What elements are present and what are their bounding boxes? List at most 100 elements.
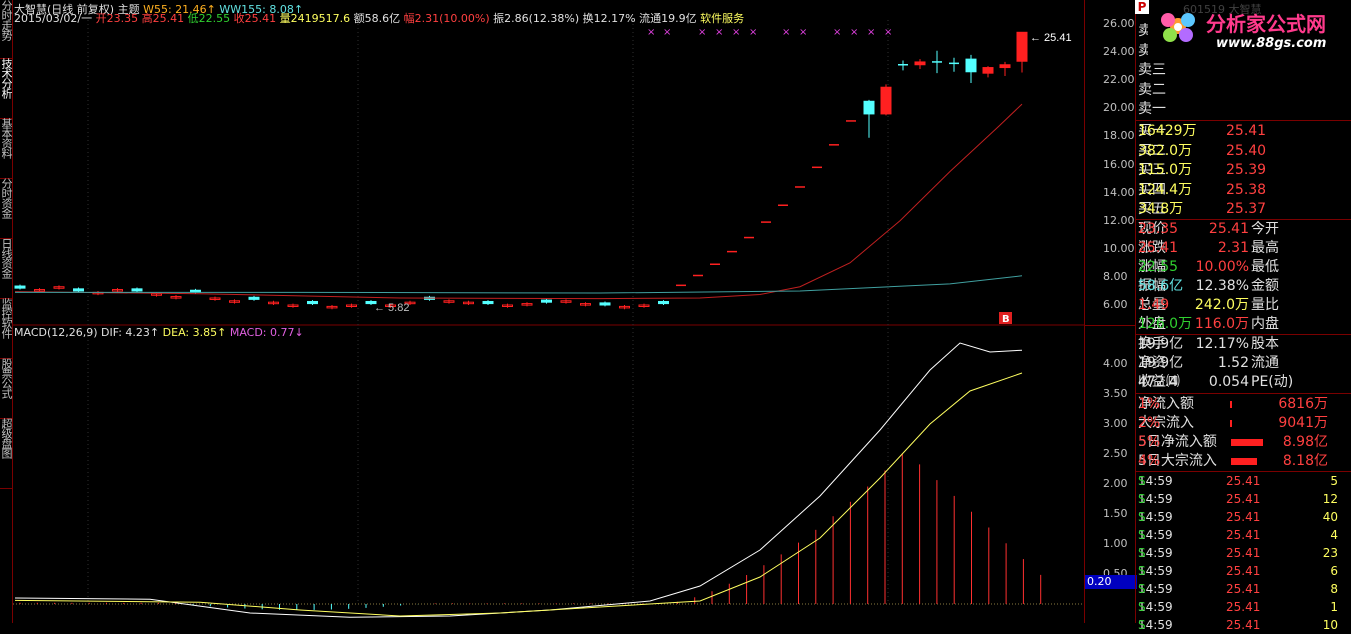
tick-row[interactable]: 14:59 25.41 6 S [1138,562,1351,580]
stat-value: 10.00% [1195,259,1249,275]
quote-float: 流通19.9亿 [639,12,697,25]
stat-row[interactable]: 涨幅 10.00% 最低 22.55 [1138,258,1351,276]
stat-row[interactable]: 收益㈣ 0.054 PE(动) 472.4 [1138,373,1351,391]
tick-row[interactable]: 14:59 25.41 23 S [1138,544,1351,562]
stat-value: 116.0万 [1194,316,1249,332]
tick-row[interactable]: 14:59 25.41 5 S [1138,472,1351,490]
tick-row[interactable]: 14:59 25.41 40 S [1138,508,1351,526]
order-price: 25.37 [1226,201,1267,217]
chart-area[interactable]: × × × × × × × × × × × × ← 25.41 ← 5.82 B [13,0,1084,623]
left-tab-0[interactable]: 分时走势 [0,0,13,59]
signal-marker-1: × [663,27,671,38]
signal-marker-8: × [833,27,841,38]
quote-sector[interactable]: 软件服务 [700,12,744,25]
left-tab-6[interactable]: 股票公式 [0,358,13,419]
tick-price: 25.41 [1226,492,1261,506]
tick-direction: S [1138,564,1146,578]
price-tick: 20.00 [1103,101,1135,115]
flow-bar [1230,420,1232,427]
stat-label: 股本 [1251,336,1279,352]
flow-row[interactable]: 5日大宗流入 8.18亿 4% [1138,452,1351,470]
candle-46 [880,86,892,115]
quote-amplitude: 振2.86(12.38%) [493,12,580,25]
tick-direction: S [1138,582,1146,596]
quote-volume: 量2419517.6 [279,12,351,25]
left-tab-5[interactable]: 监控软件 [0,298,13,359]
stat-value: 472.4 [1138,374,1179,390]
buy-marker: B [1002,314,1010,325]
tick-price: 25.41 [1226,546,1261,560]
left-tab-7[interactable]: 超级盘图 [0,418,13,489]
buy-order-row[interactable]: 买一 25.41 16429万 [1138,122,1351,140]
left-tab-4[interactable]: 日线资金 [0,238,13,299]
buy-order-row[interactable]: 买三 25.39 115.0万 [1138,161,1351,179]
stat-row[interactable]: 外盘 116.0万 内盘 126.0万 [1138,315,1351,333]
tick-volume: 10 [1322,618,1338,632]
tick-volume: 23 [1322,546,1338,560]
tick-row[interactable]: 14:59 25.41 1 S [1138,598,1351,616]
tick-row[interactable]: 14:59 25.41 8 S [1138,580,1351,598]
stat-row[interactable]: 总量 242.0万 量比 1.49 [1138,296,1351,314]
buy-order-row[interactable]: 买四 25.38 124.4万 [1138,181,1351,199]
flow-bar [1231,458,1257,465]
stat-row[interactable]: 涨跌 2.31 最高 25.41 [1138,239,1351,257]
macd-tick: 1.50 [1103,507,1128,520]
candle-12 [248,296,260,300]
flow-value: 8.18亿 [1282,453,1328,469]
macd-dea: DEA: 3.85↑ [162,326,227,339]
sell-order-row[interactable]: 卖三 [1138,61,1351,79]
flow-pct: 1% [1138,396,1161,412]
order-price: 25.39 [1226,162,1267,178]
stat-row[interactable]: 振幅 12.38% 金额 58.6亿 [1138,277,1351,295]
left-tab-2[interactable]: 基本资料 [0,118,13,179]
candle-6 [131,288,143,292]
stat-label: 金额 [1251,278,1279,294]
logo-url: www.88gs.com [1216,36,1327,51]
price-tick: 18.00 [1103,129,1135,143]
candle-48 [914,61,926,66]
kline-chart-svg[interactable]: × × × × × × × × × × × × ← 25.41 ← 5.82 B [13,0,1084,623]
flow-row[interactable]: 大宗流入 9041万 2% [1138,414,1351,432]
price-tick: 10.00 [1103,241,1135,255]
candle-15 [307,300,318,305]
flows-divider [1136,393,1351,394]
buy-order-row[interactable]: 买二 25.40 382.0万 [1138,142,1351,160]
stat-value: 19.9亿 [1138,336,1184,352]
quote-change: 幅2.31(10.00%) [403,12,490,25]
candle-30 [599,302,611,306]
left-tab-1[interactable]: 技术分析 [0,58,13,119]
stat-row[interactable]: 净资 1.52 流通 19.9亿 [1138,354,1351,372]
flow-pct: 5% [1138,434,1161,450]
p-badge[interactable]: P [1135,0,1149,14]
tick-volume: 5 [1330,474,1338,488]
quote-amount: 额58.6亿 [353,12,401,25]
stat-value: 25.41 [1138,240,1179,256]
macd-tick: 4.00 [1103,357,1128,370]
tick-row[interactable]: 14:59 25.41 4 S [1138,526,1351,544]
stat-value: 12.38% [1195,278,1249,294]
flow-row[interactable]: 5日净流入额 8.98亿 5% [1138,433,1351,451]
tick-row[interactable]: 14:59 25.41 10 S [1138,616,1351,634]
macd-tick: 3.50 [1103,387,1128,400]
stat-label: 最高 [1251,240,1279,256]
order-label: 卖三 [1138,62,1166,78]
sell-order-row[interactable]: 卖一 [1138,100,1351,118]
order-volume: 115.0万 [1138,162,1193,178]
tick-row[interactable]: 14:59 25.41 12 S [1138,490,1351,508]
candle-52 [982,67,994,74]
flow-row[interactable]: 净流入额 6816万 1% [1138,395,1351,413]
left-tab-3[interactable]: 分时资金 [0,178,13,239]
quote-open: 开23.35 [95,12,139,25]
sell-order-row[interactable]: 卖二 [1138,81,1351,99]
buy-order-row[interactable]: 买五 25.37 34.8万 [1138,200,1351,218]
macd-axis-cursor-value: 0.20 [1085,575,1137,589]
stat-row[interactable]: 现价 25.41 今开 23.35 [1138,220,1351,238]
ma-ww155-line [15,275,1023,294]
macd-label[interactable]: MACD(12,26,9) [14,326,98,339]
signal-marker-5: × [749,27,757,38]
stat-row[interactable]: 换手 12.17% 股本 19.9亿 [1138,335,1351,353]
site-logo: P 601519 大智慧 分析家公式网 www.88gs.com [1135,0,1351,58]
candle-0 [14,285,26,289]
tick-volume: 4 [1330,528,1338,542]
signal-marker-10: × [867,27,875,38]
